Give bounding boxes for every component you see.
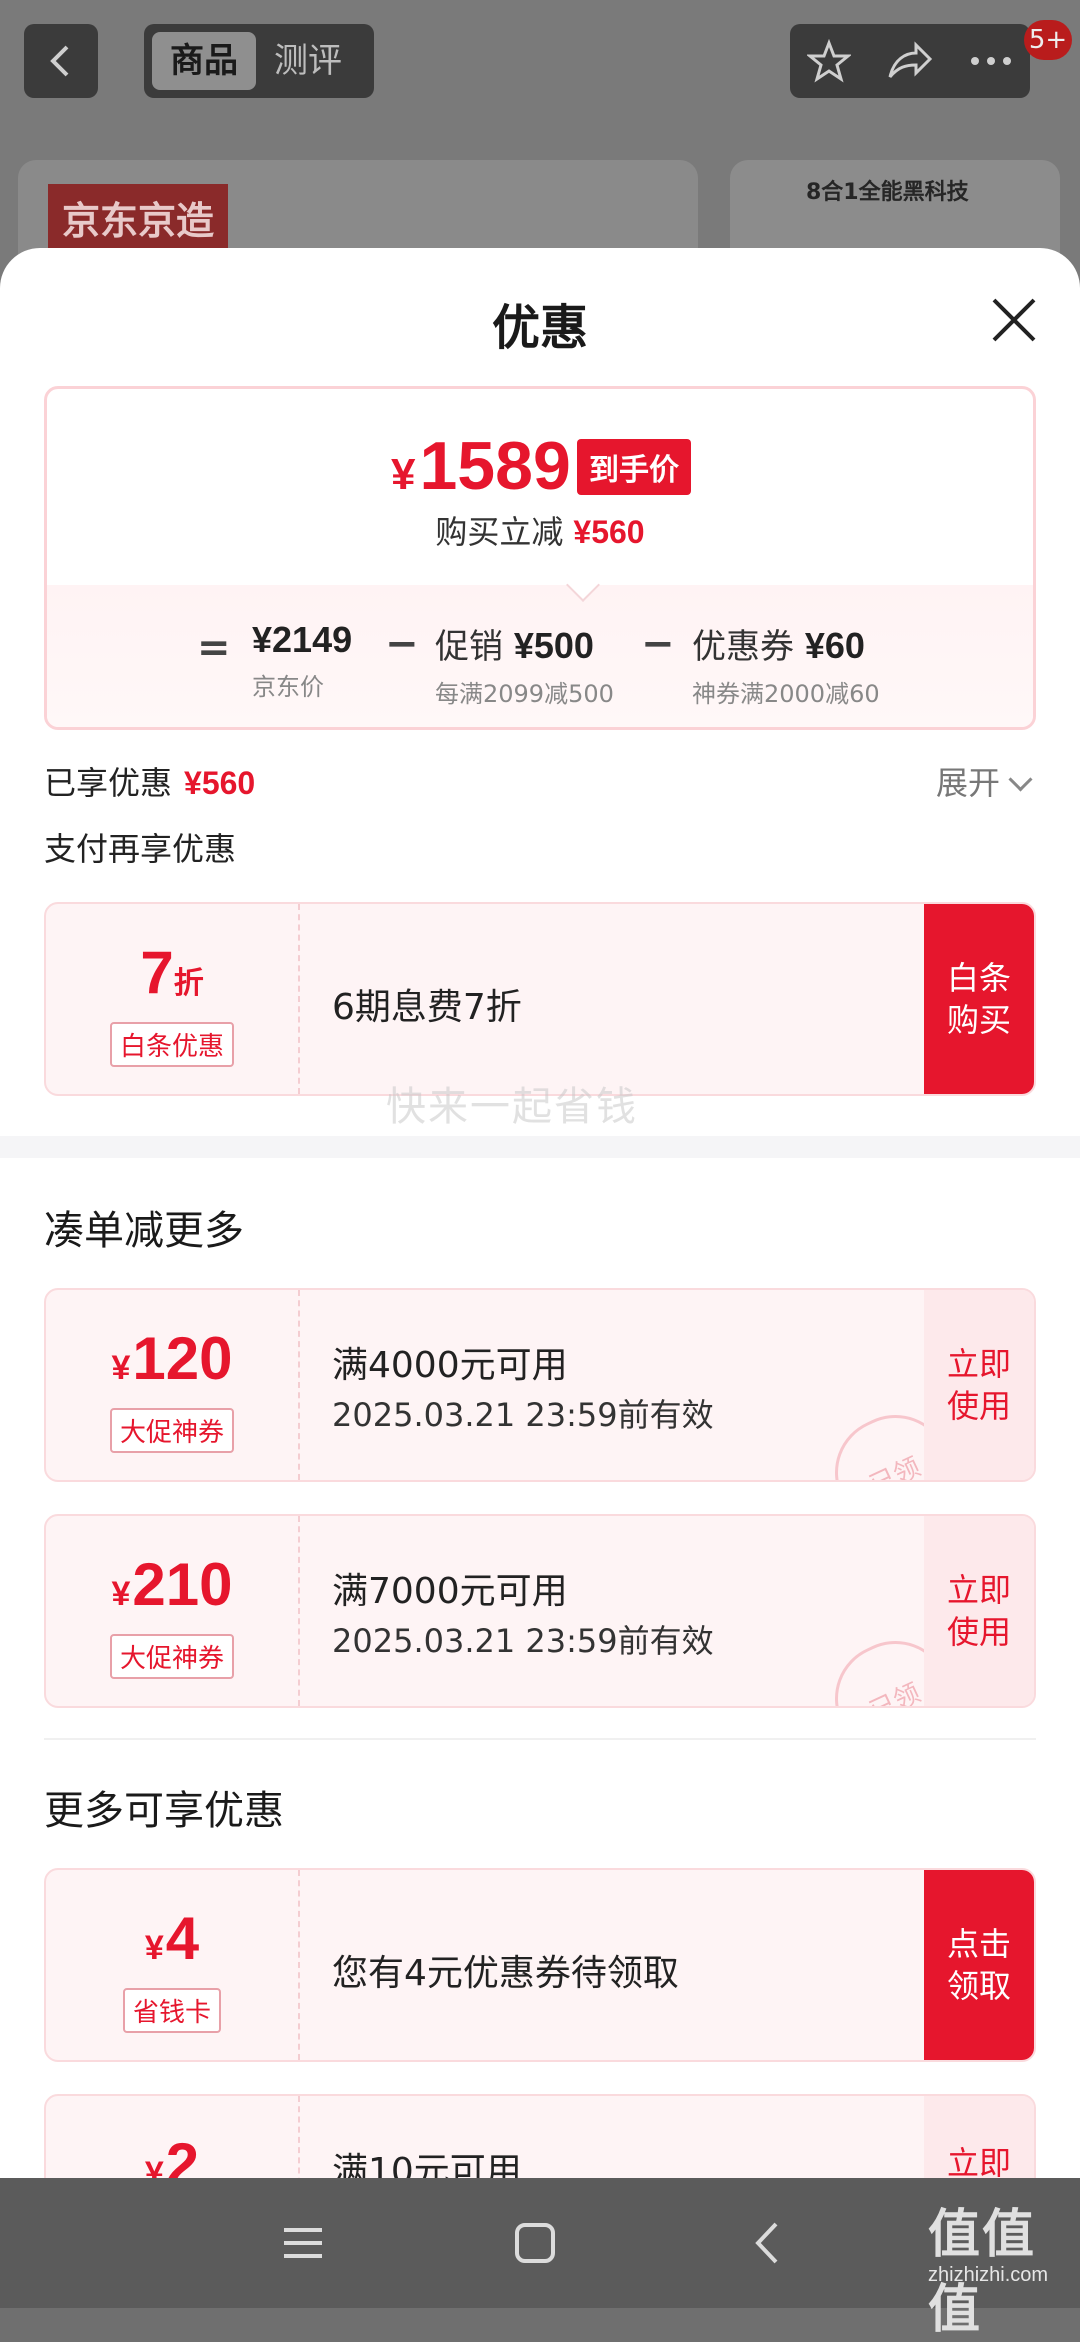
- back-icon[interactable]: [734, 2208, 804, 2278]
- coupon-note: 神券满2000减60: [692, 680, 880, 708]
- use-coupon-button[interactable]: 立即 使用: [924, 1516, 1034, 1706]
- coupon-condition: 满10元可用: [332, 2151, 522, 2178]
- enjoyed-amount: ¥560: [184, 765, 256, 801]
- minus-sign: −: [385, 621, 419, 667]
- yen-symbol: ¥: [144, 1929, 164, 1967]
- more-icon[interactable]: [969, 55, 1013, 67]
- yen-symbol: ¥: [144, 2155, 164, 2178]
- coupon-expiry: 2025.03.21 23:59前有效: [332, 1396, 714, 1434]
- equals-sign: =: [197, 625, 231, 671]
- enjoyed-discount: 已享优惠 ¥560: [44, 758, 255, 804]
- baitiao-buy-button[interactable]: 白条 购买: [924, 904, 1034, 1094]
- promotion-item: 促销 ¥500 每满2099减500: [435, 619, 614, 709]
- baitiao-coupon: 7折 白条优惠 6期息费7折 白条 购买: [44, 902, 1036, 1096]
- recent-apps-icon[interactable]: [268, 2208, 338, 2278]
- coupon-amount-value: 120: [132, 1325, 233, 1392]
- saver-card-coupon: ¥4 省钱卡 您有4元优惠券待领取 点击 领取: [44, 1868, 1036, 2062]
- divider: [44, 1738, 1036, 1740]
- coupon-amount: ¥2: [46, 2130, 298, 2178]
- yen-symbol: ¥: [111, 1575, 131, 1613]
- final-price-value: 1589: [419, 428, 571, 504]
- stack-coupon: ¥120 大促神券 满4000元可用 2025.03.21 23:59前有效 已…: [44, 1288, 1036, 1482]
- coupon-item: 优惠券 ¥60 神券满2000减60: [692, 619, 880, 709]
- top-actions: [790, 24, 1030, 98]
- coupon-desc: 6期息费7折: [332, 987, 522, 1028]
- coupon-amount-value: 210: [132, 1551, 233, 1618]
- site-url: zhizhizhi.com: [928, 2264, 1049, 2286]
- coupon-amount: ¥210: [46, 1550, 298, 1619]
- notification-badge: 5+: [1024, 20, 1072, 60]
- tab-review[interactable]: 测评: [256, 32, 360, 90]
- expand-button[interactable]: 展开: [936, 758, 1033, 804]
- currency-symbol: ¥: [391, 450, 416, 499]
- tab-goods[interactable]: 商品: [152, 32, 256, 90]
- coupon-tag: 白条优惠: [109, 1022, 235, 1067]
- final-price: ¥ 1589: [391, 427, 571, 505]
- more-coupon: ¥2 满10元可用 立即: [44, 2094, 1036, 2178]
- coupon-condition: 满4000元可用: [332, 1345, 568, 1386]
- coupon-amount: 7折: [46, 938, 298, 1007]
- yen-symbol: ¥: [111, 1349, 131, 1387]
- jd-price-item: ¥2149 京东价: [252, 619, 352, 702]
- use-coupon-button[interactable]: 立即 使用: [924, 1290, 1034, 1480]
- coupon-condition: 满7000元可用: [332, 1571, 568, 1612]
- price-summary: ¥ 1589 到手价 购买立减 ¥560 = ¥2149 京东价 − 促销 ¥50…: [44, 386, 1036, 730]
- brand-banner: 京东京造: [48, 184, 229, 251]
- coupon-value: ¥60: [804, 625, 865, 666]
- coupon-tag: 大促神券: [109, 1634, 235, 1679]
- chevron-down-icon: [1008, 767, 1033, 792]
- promotion-value: ¥500: [513, 625, 594, 666]
- stack-coupon: ¥210 大促神券 满7000元可用 2025.03.21 23:59前有效 已…: [44, 1514, 1036, 1708]
- coupon-amount: ¥4: [46, 1904, 298, 1973]
- coupon-desc: 您有4元优惠券待领取: [332, 1953, 679, 1994]
- share-icon[interactable]: [886, 39, 934, 83]
- coupon-amount: ¥120: [46, 1324, 298, 1393]
- side-banner-text: 8合1全能黑科技: [806, 180, 969, 205]
- discount-sheet: 优惠 ¥ 1589 到手价 购买立减 ¥560 = ¥2149 京东价 − 促销 …: [0, 248, 1080, 2178]
- enjoyed-label: 已享优惠: [44, 764, 173, 802]
- claim-coupon-button[interactable]: 点击 领取: [924, 1870, 1034, 2060]
- jd-price-label: 京东价: [252, 673, 324, 701]
- star-icon[interactable]: [807, 39, 852, 83]
- coupon-amount-unit: 折: [173, 966, 204, 1001]
- coupon-amount-value: 2: [165, 2131, 200, 2178]
- back-button[interactable]: [24, 24, 98, 98]
- section-divider: [0, 1136, 1080, 1158]
- promotion-note: 每满2099减500: [435, 680, 614, 708]
- minus-sign-2: −: [641, 621, 675, 667]
- coupon-tag: 大促神券: [109, 1408, 235, 1453]
- coupon-label: 优惠券: [692, 627, 794, 667]
- home-icon[interactable]: [500, 2208, 570, 2278]
- coupon-tag: 省钱卡: [122, 1988, 222, 2033]
- pay-more-title: 支付再享优惠: [44, 830, 237, 868]
- system-nav-bar: [0, 2178, 1080, 2308]
- instant-discount: 购买立减 ¥560: [47, 507, 1033, 553]
- more-section-title: 更多可享优惠: [44, 1788, 284, 1834]
- use-coupon-button[interactable]: 立即: [924, 2096, 1034, 2178]
- coupon-amount-value: 4: [165, 1905, 200, 1972]
- product-tabs: 商品 测评: [144, 24, 374, 98]
- watermark: 快来一起省钱: [386, 1084, 638, 1130]
- jd-price-value: ¥2149: [252, 619, 353, 660]
- promotion-label: 促销: [435, 627, 503, 667]
- instant-discount-amount: ¥560: [573, 514, 645, 550]
- coupon-amount-value: 7: [140, 939, 174, 1006]
- expand-label: 展开: [936, 764, 1001, 802]
- coupon-expiry: 2025.03.21 23:59前有效: [332, 1622, 714, 1660]
- close-icon[interactable]: [982, 288, 1046, 352]
- instant-discount-label: 购买立减: [435, 513, 564, 551]
- stack-section-title: 凑单减更多: [44, 1208, 244, 1254]
- final-price-tag: 到手价: [577, 439, 691, 495]
- sheet-title: 优惠: [491, 300, 588, 356]
- chevron-left-icon: [50, 45, 69, 77]
